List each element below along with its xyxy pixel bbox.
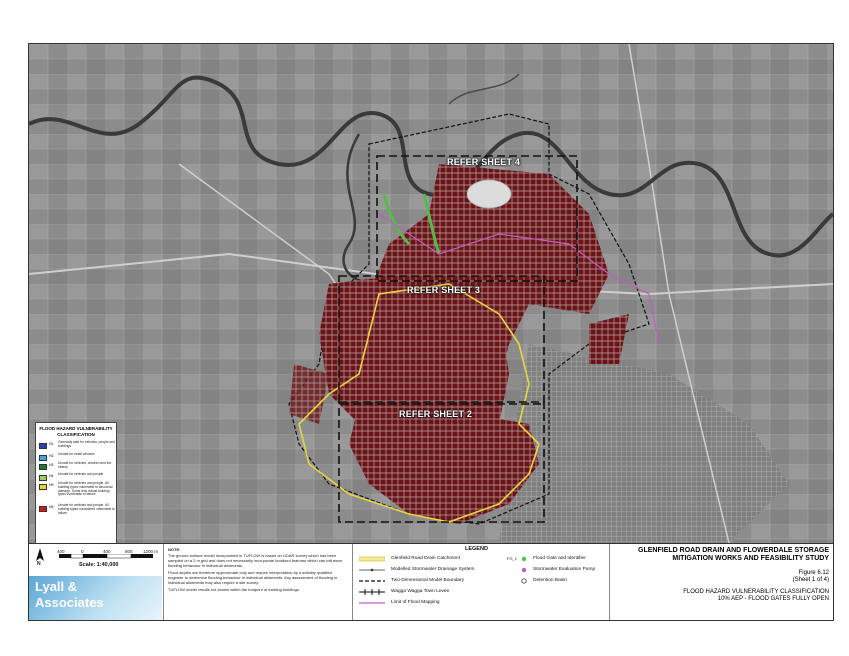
- flood-gate-icon: [521, 556, 527, 562]
- note-paragraph: Flood depths are therefore approximate o…: [168, 570, 338, 585]
- scale-label: Scale: 1:40,000: [79, 562, 119, 568]
- scale-tick: 800: [125, 549, 133, 554]
- legend-item: Glenfield Road Drain Catchment: [391, 556, 461, 561]
- hazard-description: Unsafe for vehicles and people: [58, 472, 104, 476]
- brand-name-line2: Associates: [35, 595, 104, 610]
- hazard-description: Unsafe for vehicles, children and the el…: [58, 461, 112, 469]
- figure-subtitle-line1: FLOOD HAZARD VULNERABILITY CLASSIFICATIO…: [683, 589, 829, 595]
- hazard-swatch: [39, 484, 47, 490]
- hazard-swatch: [39, 506, 47, 512]
- scale-bar: [59, 554, 153, 559]
- note-heading: NOTE:: [168, 547, 181, 552]
- hazard-description: Generally safe for vehicles, people and …: [58, 440, 115, 448]
- refer-sheet-4-label: REFER SHEET 4: [447, 157, 521, 167]
- project-title-line1: GLENFIELD ROAD DRAIN AND FLOWERDALE STOR…: [638, 547, 829, 554]
- hazard-class-row: H5 Unsafe for vehicles and people. All bu…: [39, 481, 116, 504]
- detention-basin-icon: [521, 578, 527, 584]
- model-boundary-symbol: [359, 580, 385, 582]
- hazard-swatch: [39, 464, 47, 470]
- figure-subtitle-line2: 10% AEP - FLOOD GATES FULLY OPEN: [717, 596, 829, 602]
- figure-number: Figure 6.12: [798, 570, 829, 576]
- refer-sheet-2-label: REFER SHEET 2: [399, 409, 473, 419]
- flood-gate-code: FG_1: [507, 556, 518, 561]
- hazard-code: H1: [49, 442, 54, 446]
- project-title-line2: MITIGATION WORKS AND FEASIBILITY STUDY: [672, 555, 829, 562]
- brand-name-line1: Lyall &: [35, 579, 78, 594]
- note-paragraph: The ground surface model incorporated in…: [168, 553, 343, 568]
- hazard-class-list: H1 Generally safe for vehicles, people an…: [36, 440, 116, 520]
- drainage-symbol: [359, 568, 385, 572]
- flood-gate-label: Flood Gate and Identifier: [533, 556, 586, 561]
- scale-brand-cell: N 400 0 400 800 1200 m Scale: 1:40,000 L…: [29, 544, 164, 620]
- title-block: GLENFIELD ROAD DRAIN AND FLOWERDALE STOR…: [610, 544, 833, 620]
- refer-sheet-3-label: REFER SHEET 3: [407, 285, 481, 295]
- hazard-swatch: [39, 443, 47, 449]
- hazard-description: Unsafe for vehicles and people. All buil…: [58, 481, 113, 497]
- scale-tick: 0: [81, 549, 84, 554]
- park-oval: [466, 179, 512, 209]
- brand-logo: Lyall & Associates: [29, 576, 162, 620]
- north-arrow-icon: [35, 548, 45, 562]
- levee-symbol: [359, 589, 385, 595]
- legend-heading: LEGEND: [465, 546, 488, 552]
- sheet-number: (Sheet 1 of 4): [792, 577, 829, 583]
- note-cell: NOTE: The ground surface model incorpora…: [164, 544, 353, 620]
- map-area[interactable]: REFER SHEET 4 REFER SHEET 3 REFER SHEET …: [29, 44, 833, 545]
- legend-item: Two-Dimensional Model Boundary: [391, 578, 465, 583]
- hazard-code: H5: [49, 483, 54, 487]
- legend-item: Limit of Flood Mapping: [391, 600, 440, 605]
- north-label: N: [37, 561, 41, 567]
- hazard-description: Unsafe for small vehicles: [58, 452, 95, 456]
- note-paragraph: TUFLOW model results not shown within th…: [168, 587, 300, 592]
- hazard-swatch: [39, 475, 47, 481]
- hazard-code: H2: [49, 454, 54, 458]
- pump-label: Stormwater Evaluation Pump: [533, 567, 596, 572]
- scale-tick: 1200 m: [143, 549, 159, 554]
- hazard-code: H4: [49, 474, 54, 478]
- legend-cell: LEGEND Glenfield Road Drain Catchment Mo…: [353, 544, 610, 620]
- hazard-swatch: [39, 455, 47, 461]
- figure-sheet: REFER SHEET 4 REFER SHEET 3 REFER SHEET …: [28, 43, 834, 621]
- hazard-legend-title: FLOOD HAZARD VULNERABILITY CLASSIFICATIO…: [39, 426, 113, 437]
- hazard-description: Unsafe for vehicles and people. All buil…: [58, 503, 116, 515]
- scale-tick: 400: [57, 549, 65, 554]
- hazard-code: H3: [49, 463, 54, 467]
- legend-item: Modelled Stormwater Drainage System: [391, 567, 475, 572]
- hazard-class-row: H6 Unsafe for vehicles and people. All bu…: [39, 503, 116, 520]
- detention-basin-label: Detention Basin: [533, 578, 567, 583]
- title-bar: N 400 0 400 800 1200 m Scale: 1:40,000 L…: [29, 543, 833, 620]
- scale-tick: 400: [103, 549, 111, 554]
- flood-limit-symbol: [359, 602, 385, 604]
- legend-item: Wagga Wagga Town Levee: [391, 589, 450, 594]
- hazard-code: H6: [49, 505, 54, 509]
- hazard-legend: FLOOD HAZARD VULNERABILITY CLASSIFICATIO…: [35, 422, 117, 545]
- catchment-symbol: [359, 556, 385, 562]
- pump-icon: [521, 567, 527, 573]
